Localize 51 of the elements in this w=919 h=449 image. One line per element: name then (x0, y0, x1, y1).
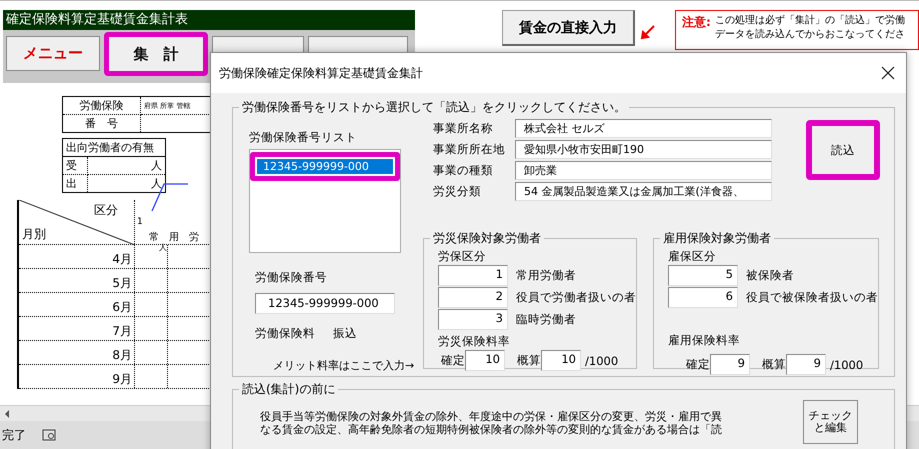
table-cell: 番 号 (62, 114, 140, 132)
class-name: 役員で労働者扱いの者 (516, 290, 636, 305)
column-header: 常 用 労 (149, 230, 199, 244)
table-cell: 出 (62, 174, 88, 192)
group-title: 労働保険番号をリストから選択して「読込」をクリックしてください。 (241, 99, 627, 116)
field-label: 事業の種類 (433, 163, 494, 178)
class-name: 被保険者 (746, 268, 794, 283)
number-label: 労働保険番号 (255, 270, 327, 284)
class-name: 常用労働者 (516, 268, 576, 283)
group-title: 読込(集計)の前に (241, 381, 336, 398)
month-cell: 6月 (19, 293, 135, 316)
table-cell: 受 (62, 156, 88, 174)
class-label: 労保区分 (438, 249, 487, 264)
sheet-title: 確定保険料算定基礎賃金集計表 (3, 10, 415, 30)
month-cell: 7月 (19, 317, 135, 340)
premium-value: 振込 (333, 326, 357, 341)
header-label: 月別 (22, 226, 46, 243)
column-number: 1 (137, 217, 143, 227)
merit-note: メリット料率はここで入力→ (273, 358, 414, 373)
month-cell: 8月 (19, 341, 135, 364)
group-title: 労災保険対象労働者 (432, 230, 542, 247)
field-label: 事業所名称 (433, 121, 494, 136)
rate-unit: /1000 (585, 354, 618, 368)
month-cell: 9月 (19, 365, 135, 388)
table-cell: 出向労働者の有無 (62, 138, 166, 156)
status-text: 完了 (2, 426, 26, 444)
table-cell: 人 (88, 156, 166, 174)
month-cell: 5月 (19, 269, 135, 292)
dialog-title: 労働保険確定保険料算定基礎賃金集計 (219, 64, 423, 82)
premium-label: 労働保険料 (255, 326, 315, 341)
notice-label: 注意: (682, 14, 711, 31)
notice-paragraph: 役員手当等労働保険の対象外賃金の除外、年度途中の労保・雇保区分の変更、労災・雇用で異 なる賃金の設定、高年齢免除者の短期特例被保険者の除外等の変則的な賃金がある場合は「読 (260, 410, 722, 436)
table-cell: 人 (88, 174, 166, 192)
table-cell: 労働保険 (62, 96, 140, 114)
month-cell: 4月 (19, 245, 135, 268)
notice-text: この処理は必ず「集計」の「読込」で労働 データを読み込んでからおこなってくださ (714, 14, 905, 42)
confirmed-label: 確定 (441, 353, 465, 368)
estimated-label: 概算 (762, 357, 786, 372)
field-label: 労災分類 (433, 184, 482, 199)
field-label: 事業所所在地 (433, 142, 506, 157)
class-label: 雇保区分 (668, 249, 717, 264)
header-label: 区分 (94, 202, 118, 219)
rate-label: 労災保険料率 (438, 334, 511, 349)
confirmed-label: 確定 (686, 357, 710, 372)
rate-unit: /1000 (830, 358, 864, 372)
list-label: 労働保険番号リスト (249, 130, 358, 145)
class-name: 臨時労働者 (516, 312, 576, 327)
estimated-label: 概算 (517, 353, 541, 368)
group-title: 雇用保険対象労働者 (662, 230, 772, 247)
rate-label: 雇用保険料率 (668, 333, 741, 348)
class-name: 役員で被保険者扱いの者 (746, 290, 878, 305)
